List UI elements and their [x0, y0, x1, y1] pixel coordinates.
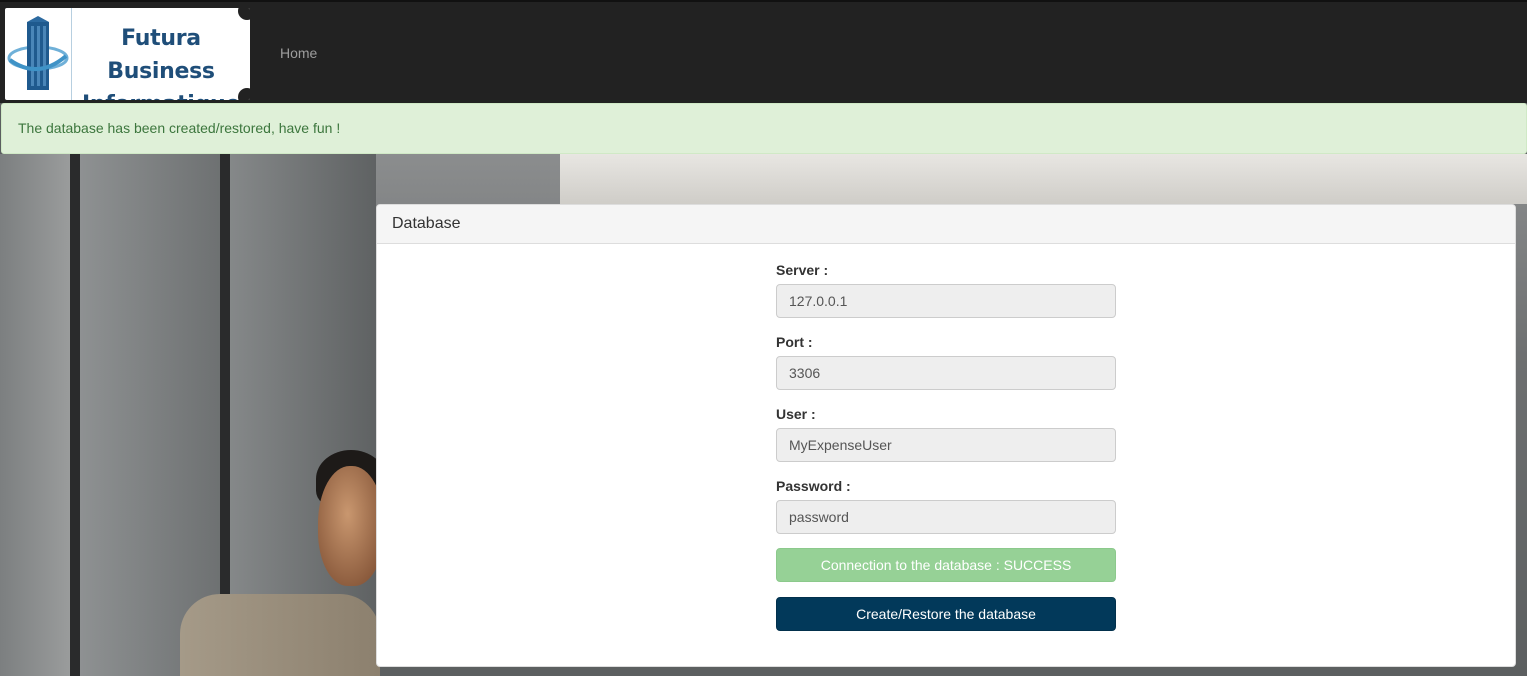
connection-status-button[interactable]: Connection to the database : SUCCESS [776, 548, 1116, 582]
server-input[interactable] [776, 284, 1116, 318]
user-input[interactable] [776, 428, 1116, 462]
server-label: Server : [776, 262, 829, 278]
database-form: Server : Port : User : Password : Connec… [776, 260, 1117, 631]
create-restore-database-button[interactable]: Create/Restore the database [776, 597, 1116, 631]
port-input[interactable] [776, 356, 1116, 390]
window-mullion [70, 154, 80, 676]
person-jacket [180, 594, 380, 676]
brand-line-2: Informatique [73, 88, 249, 100]
background-ceiling [560, 154, 1527, 204]
user-group: User : [776, 404, 1117, 462]
password-input[interactable] [776, 500, 1116, 534]
logo-notch [238, 8, 250, 20]
password-label: Password : [776, 478, 851, 494]
password-group: Password : [776, 476, 1117, 534]
brand-logo[interactable]: Futura Business Informatique [5, 8, 250, 100]
success-alert: The database has been created/restored, … [1, 103, 1527, 154]
panel-title: Database [377, 205, 1515, 244]
logo-notch [238, 88, 250, 100]
brand-text: Futura Business Informatique [73, 22, 249, 100]
window-pane [0, 154, 70, 676]
nav-home-link[interactable]: Home [280, 45, 317, 61]
user-label: User : [776, 406, 816, 422]
brand-line-1: Futura Business [107, 26, 215, 84]
top-navbar: Futura Business Informatique Home [0, 0, 1527, 103]
window-pane [80, 154, 220, 676]
database-panel: Database Server : Port : User : Password… [376, 204, 1516, 667]
server-group: Server : [776, 260, 1117, 318]
building-logo-icon [7, 16, 69, 90]
person-face [318, 466, 384, 586]
port-group: Port : [776, 332, 1117, 390]
logo-divider [71, 8, 72, 100]
port-label: Port : [776, 334, 813, 350]
